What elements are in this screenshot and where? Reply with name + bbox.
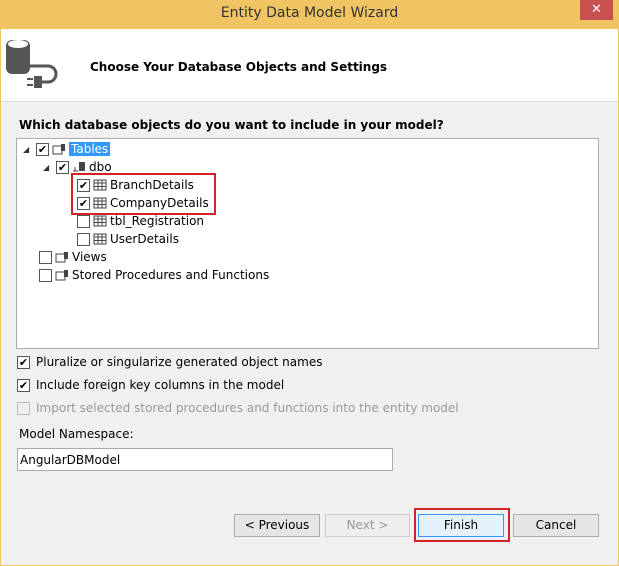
- import-procedures-checkbox: [17, 401, 30, 415]
- expand-arrow-icon[interactable]: ◢: [23, 145, 33, 154]
- tree-node-procedures[interactable]: Stored Procedures and Functions: [39, 266, 269, 284]
- wizard-header: Choose Your Database Objects and Setting…: [1, 29, 618, 102]
- finish-button[interactable]: Finish: [418, 514, 504, 537]
- views-folder-icon: [55, 252, 68, 263]
- tree-label: BranchDetails: [110, 178, 194, 192]
- foreign-key-checkbox[interactable]: ✔: [17, 378, 30, 392]
- title-bar: Entity Data Model Wizard ✕: [0, 0, 619, 29]
- tree-node-table[interactable]: tbl_Registration: [77, 212, 204, 230]
- procedures-folder-icon: [55, 270, 68, 281]
- option-label: Import selected stored procedures and fu…: [36, 401, 459, 415]
- option-label: Include foreign key columns in the model: [36, 378, 285, 392]
- wizard-body: Choose Your Database Objects and Setting…: [0, 29, 619, 566]
- tree-label: Views: [72, 250, 107, 264]
- foreign-key-option[interactable]: ✔ Include foreign key columns in the mode…: [17, 378, 284, 392]
- tree-label: UserDetails: [110, 232, 179, 246]
- procedures-checkbox[interactable]: [39, 268, 52, 282]
- window-title: Entity Data Model Wizard: [220, 5, 399, 21]
- next-button: Next >: [325, 514, 410, 537]
- table-icon: [93, 215, 107, 227]
- table-icon: [93, 233, 107, 245]
- question-label: Which database objects do you want to in…: [19, 118, 444, 132]
- tree-node-table[interactable]: ✔ BranchDetails: [77, 176, 194, 194]
- tree-label: Stored Procedures and Functions: [72, 268, 270, 282]
- table-icon: [93, 179, 107, 191]
- table-checkbox[interactable]: ✔: [77, 196, 90, 210]
- cancel-button[interactable]: Cancel: [513, 514, 599, 537]
- tree-label: CompanyDetails: [110, 196, 209, 210]
- database-objects-tree[interactable]: ◢ ✔ Tables ◢ ✔ dbo ✔ BranchDetails ✔ CompanyDe…: [16, 138, 599, 349]
- import-procedures-option: Import selected stored procedures and fu…: [17, 401, 459, 415]
- dbo-checkbox[interactable]: ✔: [56, 160, 69, 174]
- table-checkbox[interactable]: [77, 232, 90, 246]
- tree-label: Tables: [69, 142, 111, 156]
- tree-label: dbo: [89, 160, 112, 174]
- tree-node-table[interactable]: UserDetails: [77, 230, 179, 248]
- expand-arrow-icon[interactable]: ◢: [43, 163, 53, 172]
- views-checkbox[interactable]: [39, 250, 52, 264]
- table-icon: [93, 197, 107, 209]
- pluralize-checkbox[interactable]: ✔: [17, 355, 30, 369]
- tree-node-tables[interactable]: ◢ ✔ Tables: [23, 140, 111, 158]
- tables-folder-icon: [52, 144, 65, 155]
- previous-button[interactable]: < Previous: [234, 514, 320, 537]
- database-plug-icon: [6, 40, 58, 88]
- close-button[interactable]: ✕: [580, 0, 613, 20]
- schema-icon: [73, 162, 85, 172]
- namespace-label: Model Namespace:: [19, 427, 134, 441]
- tree-label: tbl_Registration: [110, 214, 205, 228]
- tree-node-views[interactable]: Views: [39, 248, 107, 266]
- table-checkbox[interactable]: [77, 214, 90, 228]
- table-checkbox[interactable]: ✔: [77, 178, 90, 192]
- pluralize-option[interactable]: ✔ Pluralize or singularize generated obje…: [17, 355, 322, 369]
- page-title: Choose Your Database Objects and Setting…: [90, 60, 388, 74]
- namespace-input[interactable]: [17, 448, 393, 471]
- tables-checkbox[interactable]: ✔: [36, 142, 49, 156]
- tree-node-table[interactable]: ✔ CompanyDetails: [77, 194, 209, 212]
- option-label: Pluralize or singularize generated objec…: [36, 355, 323, 369]
